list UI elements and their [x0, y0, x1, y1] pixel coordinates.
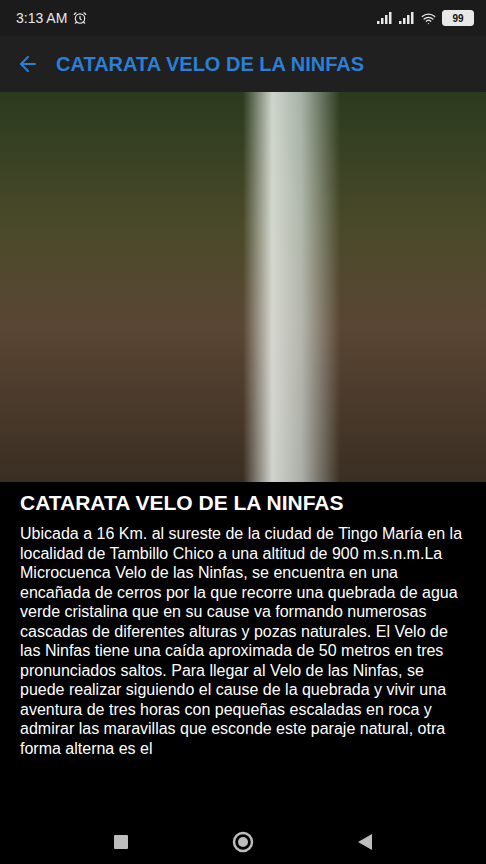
- wifi-icon: [421, 11, 436, 26]
- status-left: 3:13 AM: [16, 10, 87, 26]
- status-right: 99: [377, 10, 474, 26]
- nav-bar: [0, 820, 486, 864]
- article-body: Ubicada a 16 Km. al sureste de la ciudad…: [20, 524, 466, 758]
- back-button[interactable]: [345, 824, 385, 860]
- recents-button[interactable]: [101, 824, 141, 860]
- app-header: CATARATA VELO DE LA NINFAS: [0, 36, 486, 92]
- header-title: CATARATA VELO DE LA NINFAS: [56, 53, 364, 76]
- waterfall-photo: [0, 92, 486, 482]
- signal-icon: [377, 12, 393, 24]
- home-button[interactable]: [223, 824, 263, 860]
- circle-icon: [232, 831, 254, 853]
- status-bar: 3:13 AM 99: [0, 0, 486, 36]
- triangle-icon: [358, 834, 372, 850]
- article-title: CATARATA VELO DE LA NINFAS: [20, 490, 466, 516]
- article: CATARATA VELO DE LA NINFAS Ubicada a 16 K…: [0, 482, 486, 820]
- alarm-icon: [73, 11, 87, 25]
- signal-icon: [399, 12, 415, 24]
- back-arrow-icon[interactable]: [16, 52, 40, 76]
- battery-icon: 99: [442, 10, 474, 26]
- status-time: 3:13 AM: [16, 10, 67, 26]
- screen: 3:13 AM99CATARATA VELO DE LA NINFASCATAR…: [0, 0, 486, 864]
- square-icon: [114, 835, 128, 849]
